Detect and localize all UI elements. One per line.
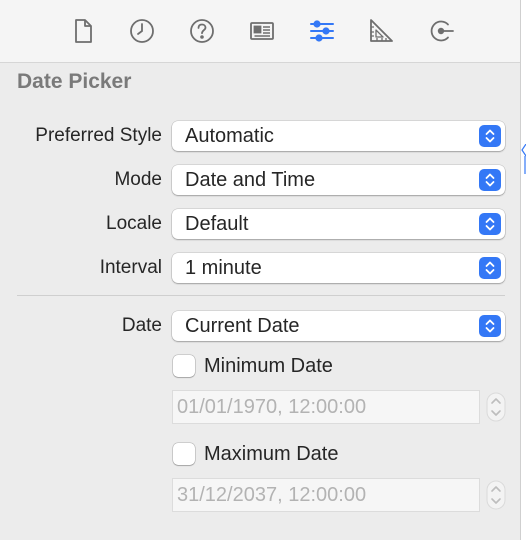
minimum-date-label: Minimum Date	[204, 355, 333, 377]
locale-label: Locale	[106, 213, 162, 234]
popup-arrows-icon	[479, 213, 501, 235]
mode-label: Mode	[114, 169, 162, 190]
popup-arrows-icon	[479, 257, 501, 279]
popup-arrows-icon	[479, 169, 501, 191]
mode-value: Date and Time	[185, 169, 316, 191]
minimum-date-checkbox[interactable]	[173, 355, 195, 377]
date-popup[interactable]: Current Date	[172, 311, 505, 341]
maximum-date-stepper[interactable]	[484, 478, 508, 512]
inspector-toolbar	[0, 0, 520, 63]
interval-label: Interval	[99, 257, 162, 278]
stepper-arrows-icon	[486, 480, 506, 510]
connections-inspector-icon[interactable]	[424, 14, 458, 48]
mode-popup[interactable]: Date and Time	[172, 165, 505, 195]
maximum-date-field: 31/12/2037, 12:00:00	[172, 478, 480, 512]
date-label: Date	[121, 315, 162, 336]
section-divider	[17, 295, 505, 296]
preferred-style-value: Automatic	[185, 125, 274, 147]
popup-arrows-icon	[479, 315, 501, 337]
connection-line-icon	[521, 144, 526, 174]
date-value: Current Date	[185, 315, 300, 337]
locale-popup[interactable]: Default	[172, 209, 505, 239]
attributes-inspector-icon[interactable]	[305, 14, 339, 48]
section-title: Date Picker	[17, 70, 132, 93]
quick-help-icon[interactable]	[185, 14, 219, 48]
maximum-date-checkbox[interactable]	[173, 443, 195, 465]
maximum-date-label: Maximum Date	[204, 443, 339, 465]
preferred-style-label: Preferred Style	[35, 125, 162, 146]
history-inspector-icon[interactable]	[125, 14, 159, 48]
locale-value: Default	[185, 213, 249, 235]
popup-arrows-icon	[479, 125, 501, 147]
maximum-date-value: 31/12/2037, 12:00:00	[177, 484, 367, 506]
minimum-date-value: 01/01/1970, 12:00:00	[177, 396, 367, 418]
size-inspector-icon[interactable]	[364, 14, 398, 48]
stepper-arrows-icon	[486, 392, 506, 422]
minimum-date-field: 01/01/1970, 12:00:00	[172, 390, 480, 424]
interval-value: 1 minute	[185, 257, 262, 279]
minimum-date-stepper[interactable]	[484, 390, 508, 424]
preferred-style-popup[interactable]: Automatic	[172, 121, 505, 151]
identity-inspector-icon[interactable]	[245, 14, 279, 48]
file-inspector-icon[interactable]	[66, 14, 100, 48]
adjacent-pane-edge	[520, 0, 526, 540]
interval-popup[interactable]: 1 minute	[172, 253, 505, 283]
